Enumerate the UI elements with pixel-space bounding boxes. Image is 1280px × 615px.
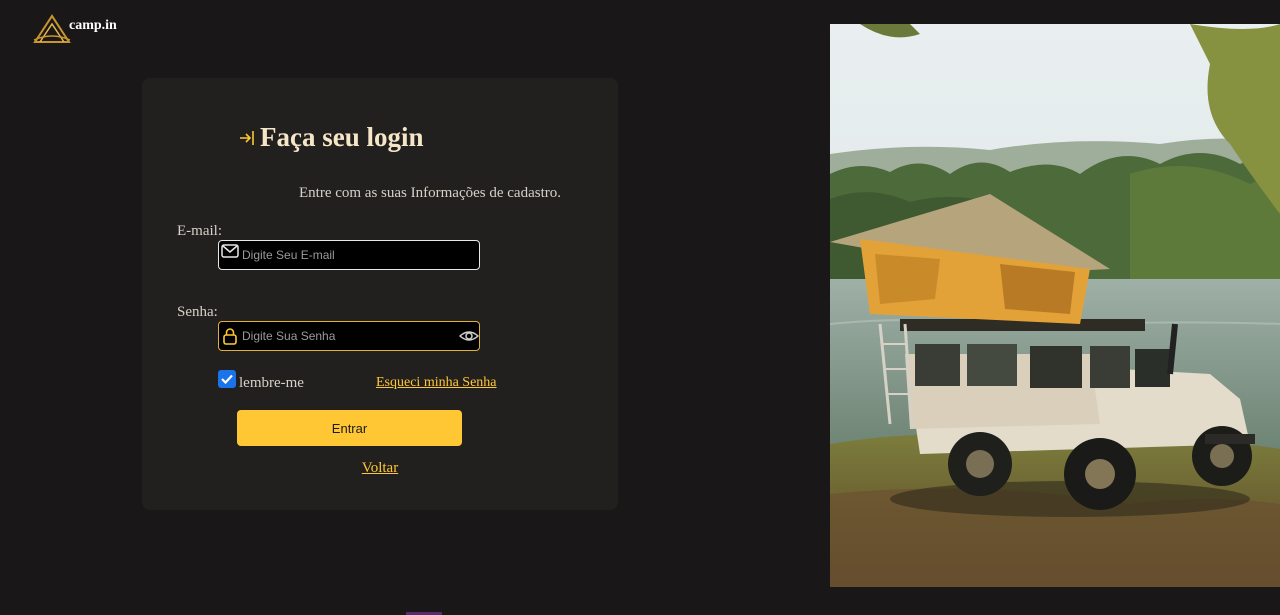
forgot-password-link[interactable]: Esqueci minha Senha (376, 375, 497, 391)
password-input[interactable] (242, 329, 452, 343)
eye-icon[interactable] (459, 327, 479, 345)
checkmark-icon (221, 374, 233, 385)
camping-truck-image (830, 24, 1280, 587)
tent-logo-icon (33, 14, 71, 43)
email-label: E-mail: (177, 223, 222, 239)
back-link[interactable]: Voltar (142, 460, 618, 477)
login-arrow-icon (240, 130, 254, 145)
login-card: Faça seu login Entre com as suas Informa… (142, 78, 618, 510)
email-input[interactable] (242, 248, 452, 262)
brand-name: camp.in (69, 18, 117, 33)
page-title: Faça seu login (260, 122, 424, 152)
lock-icon (223, 328, 237, 345)
mail-icon (221, 244, 239, 258)
back-link-label: Voltar (361, 460, 399, 476)
password-field-wrapper (218, 321, 480, 351)
login-submit-button[interactable]: Entrar (237, 410, 462, 446)
email-field-wrapper (218, 240, 480, 270)
brand-logo[interactable]: camp.in (33, 12, 117, 44)
password-label: Senha: (177, 304, 218, 320)
hero-image (830, 24, 1280, 587)
remember-label[interactable]: lembre-me (239, 375, 304, 392)
login-header: Faça seu login (238, 122, 424, 153)
remember-checkbox[interactable] (218, 370, 236, 388)
login-subtitle: Entre com as suas Informações de cadastr… (299, 185, 561, 201)
